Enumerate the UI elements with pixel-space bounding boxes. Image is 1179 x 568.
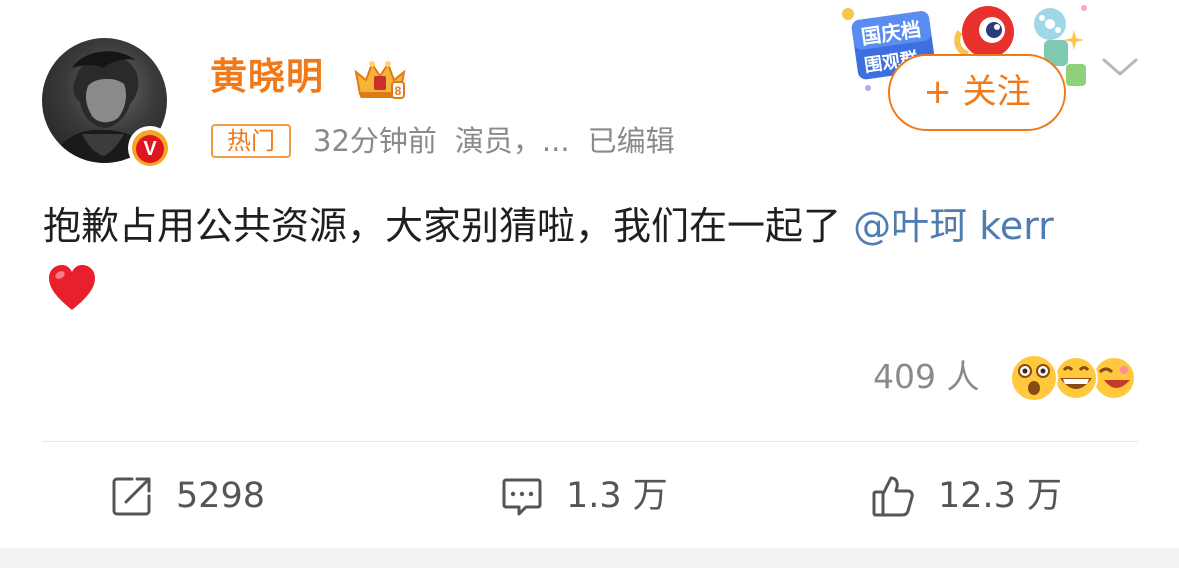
shocked-face-icon bbox=[1010, 354, 1058, 402]
author-name[interactable]: 黄晓明 bbox=[210, 52, 324, 102]
chevron-down-icon[interactable] bbox=[1100, 52, 1140, 82]
edited-label[interactable]: 已编辑 bbox=[588, 124, 675, 158]
post-text: 抱歉占用公共资源，大家别猜啦，我们在一起了 bbox=[43, 204, 842, 248]
repost-icon bbox=[112, 477, 151, 516]
reaction-count[interactable]: 409 人 bbox=[873, 354, 979, 400]
feed-separator bbox=[0, 548, 1179, 568]
comment-button[interactable]: 1.3 万 bbox=[500, 470, 668, 522]
repost-button[interactable]: 5298 bbox=[110, 470, 265, 522]
comment-count: 1.3 万 bbox=[566, 476, 668, 516]
grinning-face-icon bbox=[1054, 356, 1098, 400]
divider bbox=[42, 441, 1138, 442]
vip-crown-icon: 8 bbox=[354, 61, 406, 99]
post-source[interactable]: 演员，... bbox=[455, 124, 570, 158]
like-count: 12.3 万 bbox=[938, 476, 1063, 516]
follow-button[interactable]: + 关注 bbox=[888, 54, 1066, 131]
verified-mark: V bbox=[136, 135, 164, 163]
post-content: 抱歉占用公共资源，大家别猜啦，我们在一起了 @叶珂 kerr bbox=[43, 200, 1153, 252]
heart-emoji-icon bbox=[49, 265, 95, 310]
like-button[interactable]: 12.3 万 bbox=[870, 470, 1062, 522]
mention-link[interactable]: @叶珂 kerr bbox=[853, 204, 1054, 248]
weibo-post-card: V 黄晓明 8 热门 32分钟前 演员，... 已编辑 国庆档 围观群 + 关注… bbox=[0, 0, 1179, 548]
repost-count: 5298 bbox=[176, 476, 266, 516]
post-meta: 32分钟前 演员，... 已编辑 bbox=[313, 120, 693, 162]
hot-tag: 热门 bbox=[211, 124, 291, 158]
svg-text:8: 8 bbox=[395, 84, 402, 98]
verified-badge-icon: V bbox=[128, 126, 172, 170]
laughing-face-icon bbox=[1092, 356, 1136, 400]
post-time: 32分钟前 bbox=[313, 124, 437, 158]
comment-icon bbox=[502, 478, 542, 516]
thumbs-up-icon bbox=[872, 476, 914, 517]
reaction-emojis[interactable] bbox=[1008, 350, 1138, 404]
